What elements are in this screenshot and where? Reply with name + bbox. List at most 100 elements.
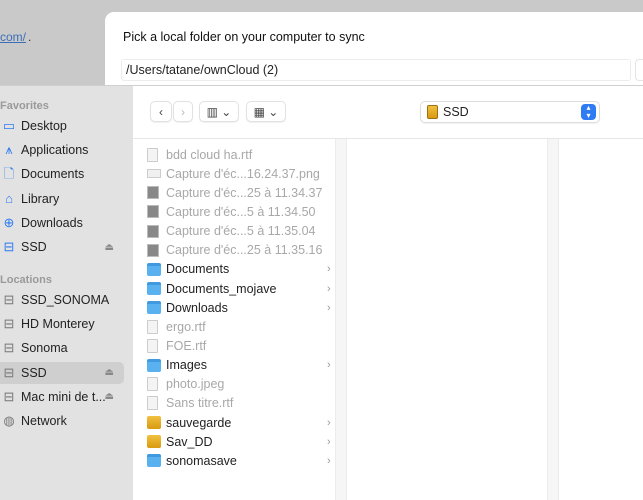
folder-icon <box>147 454 161 468</box>
column-divider[interactable] <box>335 139 347 500</box>
file-list-item[interactable]: Downloads › <box>147 298 331 317</box>
file-list-item: Capture d'éc...16.24.37.png <box>147 164 327 183</box>
file-list-item[interactable]: sauvegarde › <box>147 413 331 432</box>
drive-icon: ⊟ <box>3 340 15 356</box>
file-browser: ‹ › ▥ ⌄ ▦ ⌄ SSD ▴ ▾ bdd cloud ha.rtf Captur… <box>133 85 643 500</box>
sidebar-item-sonoma[interactable]: ⊟ Sonoma <box>0 337 124 359</box>
folder-icon <box>147 282 161 296</box>
globe-icon: ◍ <box>3 413 15 428</box>
file-list-item[interactable]: Images › <box>147 356 331 375</box>
drive-icon <box>427 105 438 119</box>
document-icon: 🗋 <box>3 166 15 182</box>
file-name: Documents <box>166 262 230 277</box>
sidebar-item-library[interactable]: ⌂ Library <box>0 188 124 210</box>
file-name: sonomasave <box>166 453 237 468</box>
file-name: sauvegarde <box>166 415 232 430</box>
forward-button[interactable]: › <box>173 101 193 122</box>
back-button[interactable]: ‹ <box>150 101 172 122</box>
file-name: Images <box>166 358 207 373</box>
file-name: Sans titre.rtf <box>166 396 234 411</box>
library-icon: ⌂ <box>5 190 13 206</box>
file-list-item: ergo.rtf <box>147 317 327 336</box>
sidebar-item-network[interactable]: ◍ Network <box>0 410 124 432</box>
sidebar-item-mac-mini-de-t[interactable]: ⊟ Mac mini de t... ⏏ <box>0 386 124 408</box>
sidebar: Favorites Locations ▭ Desktop ⩚ Application… <box>0 85 133 500</box>
drive-icon: ⊟ <box>3 239 15 254</box>
sidebar-item-ssd[interactable]: ⊟ SSD ⏏ <box>0 361 124 384</box>
eject-icon[interactable]: ⏏ <box>105 367 114 378</box>
background-text: . <box>28 30 32 44</box>
file-list-item: photo.jpeg <box>147 375 327 394</box>
sidebar-item-label: HD Monterey <box>21 317 95 332</box>
file-list-item: Capture d'éc...25 à 11.35.16 <box>147 241 327 260</box>
file-name: bdd cloud ha.rtf <box>166 147 253 162</box>
folder-icon <box>147 262 161 276</box>
file-list-item: FOE.rtf <box>147 337 327 356</box>
file-list-item[interactable]: Sav_DD › <box>147 432 331 451</box>
eject-icon[interactable]: ⏏ <box>105 242 114 253</box>
file-name: FOE.rtf <box>166 339 207 353</box>
chevron-right-icon: › <box>327 435 331 448</box>
file-name: Capture d'éc...5 à 11.35.04 <box>166 224 316 239</box>
background-link[interactable]: com/ <box>0 30 26 44</box>
file-list-item[interactable]: Documents › <box>147 260 331 279</box>
sidebar-item-label: SSD <box>21 240 47 254</box>
file-name: Capture d'éc...5 à 11.34.50 <box>166 204 316 219</box>
image-file-icon <box>147 243 159 257</box>
sidebar-item-label: SSD_SONOMA <box>21 293 110 307</box>
file-name: Capture d'éc...25 à 11.35.16 <box>166 243 323 258</box>
file-list-item[interactable]: Documents_mojave › <box>147 279 331 298</box>
file-list-item: bdd cloud ha.rtf <box>147 145 327 164</box>
applications-icon: ⩚ <box>5 142 13 158</box>
file-list-item[interactable]: sonomasave › <box>147 451 331 470</box>
chevron-right-icon: › <box>327 454 331 467</box>
file-list-item: Capture d'éc...5 à 11.34.50 <box>147 202 327 221</box>
sidebar-item-desktop[interactable]: ▭ Desktop <box>0 115 124 137</box>
sidebar-item-documents[interactable]: 🗋 Documents <box>0 163 124 185</box>
file-list-item: Sans titre.rtf <box>147 394 327 413</box>
sidebar-item-label: Downloads <box>21 215 83 230</box>
file-name: photo.jpeg <box>166 377 225 392</box>
image-file-icon <box>147 186 159 200</box>
column-divider[interactable] <box>547 139 559 500</box>
sidebar-item-applications[interactable]: ⩚ Applications <box>0 139 124 161</box>
drive-icon: ⊟ <box>3 364 15 380</box>
choose-button[interactable] <box>635 59 643 81</box>
image-file-icon <box>147 169 161 179</box>
file-list-item: Capture d'éc...5 à 11.35.04 <box>147 222 327 241</box>
document-icon <box>147 377 158 392</box>
document-icon <box>147 339 158 353</box>
drive-icon: ⊟ <box>3 316 15 332</box>
location-popup[interactable]: SSD ▴ ▾ <box>420 101 600 123</box>
sidebar-item-label: Sonoma <box>21 341 68 356</box>
locations-header: Locations <box>0 274 52 286</box>
view-mode-button[interactable]: ▥ ⌄ <box>199 101 239 122</box>
column-view: bdd cloud ha.rtf Capture d'éc...16.24.37.… <box>133 138 643 500</box>
sidebar-item-downloads[interactable]: ⊕ Downloads <box>0 212 124 234</box>
chevron-right-icon: › <box>327 263 331 276</box>
path-field[interactable]: /Users/tatane/ownCloud (2) <box>121 59 631 81</box>
chevron-right-icon: › <box>327 416 331 429</box>
grid-icon: ▦ ⌄ <box>253 104 279 119</box>
document-icon <box>147 396 158 411</box>
file-name: Capture d'éc...25 à 11.34.37 <box>166 185 323 200</box>
updown-icon: ▴ ▾ <box>581 104 596 120</box>
chevron-right-icon: › <box>327 301 331 314</box>
sidebar-item-ssd-sonoma[interactable]: ⊟ SSD_SONOMA <box>0 289 124 311</box>
file-name: Downloads <box>166 300 228 315</box>
group-button[interactable]: ▦ ⌄ <box>246 101 286 122</box>
sidebar-item-label: Mac mini de t... <box>21 389 106 404</box>
image-file-icon <box>147 224 159 238</box>
sidebar-item-hd-monterey[interactable]: ⊟ HD Monterey <box>0 313 124 335</box>
sidebar-item-ssd[interactable]: ⊟ SSD ⏏ <box>0 236 124 258</box>
file-name: Capture d'éc...16.24.37.png <box>166 166 320 181</box>
sidebar-item-label: SSD <box>21 365 47 380</box>
chevron-right-icon: › <box>327 282 331 295</box>
image-file-icon <box>147 205 159 219</box>
computer-icon: ⊟ <box>3 388 15 404</box>
sidebar-item-label: Network <box>21 414 67 428</box>
columns-icon: ▥ ⌄ <box>206 104 232 119</box>
eject-icon[interactable]: ⏏ <box>105 391 114 402</box>
file-name: Documents_mojave <box>166 281 277 296</box>
sidebar-item-label: Applications <box>21 143 89 158</box>
